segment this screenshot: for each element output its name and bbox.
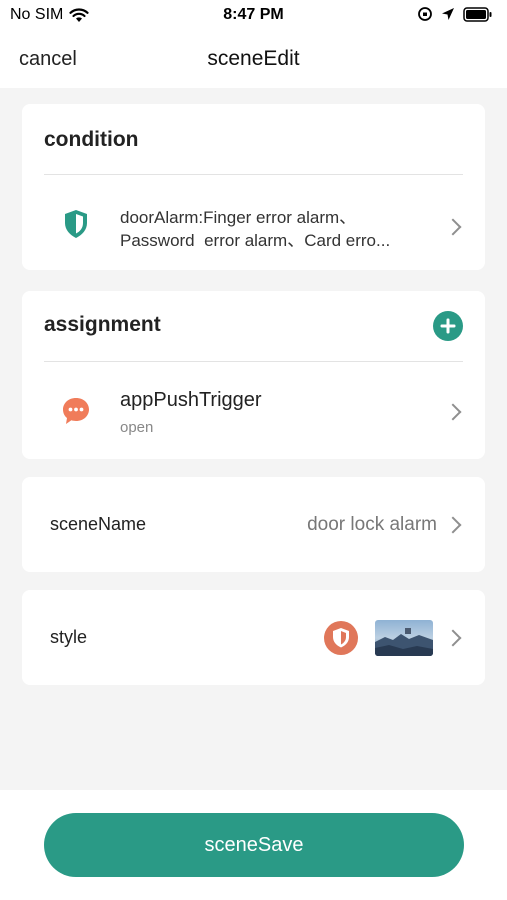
chevron-right-icon [444,403,462,421]
chevron-right-icon [444,516,462,534]
condition-card: condition doorAlarm:Finger error alarm、 … [22,104,485,270]
battery-icon [463,6,492,22]
scene-name-value: door lock alarm [307,514,437,535]
condition-item[interactable]: doorAlarm:Finger error alarm、 Password e… [22,175,485,270]
assignment-item-subtitle: open [120,419,154,436]
location-arrow-icon [442,8,454,20]
scene-save-button[interactable]: sceneSave [44,813,464,877]
scene-name-row[interactable]: sceneName door lock alarm [22,477,485,572]
assignment-title: assignment [44,313,161,336]
condition-title: condition [44,128,139,151]
assignment-card: assignment appPushTrigger open [22,291,485,459]
condition-item-line2: Password error alarm、Card erro... [120,231,391,250]
navigation-bar: cancel sceneEdit [0,32,507,88]
chevron-right-icon [444,218,462,236]
condition-item-line1: doorAlarm:Finger error alarm、 [120,208,357,227]
orientation-lock-icon [418,7,432,21]
style-shield-icon [324,621,358,655]
assignment-item-title: appPushTrigger [120,389,262,411]
shield-icon [65,210,87,238]
status-right [417,6,493,22]
chat-bubble-icon [63,398,89,424]
style-label: style [50,627,88,647]
plus-circle-icon[interactable] [432,310,464,342]
scene-name-label: sceneName [50,514,147,534]
style-background-thumbnail [375,620,433,656]
status-bar: No SIM 8:47 PM [0,0,507,32]
assignment-item[interactable]: appPushTrigger open [22,362,485,459]
style-row[interactable]: style [22,590,485,685]
page-title: sceneEdit [207,47,300,70]
chevron-right-icon [444,629,462,647]
save-bar: sceneSave [0,790,507,900]
